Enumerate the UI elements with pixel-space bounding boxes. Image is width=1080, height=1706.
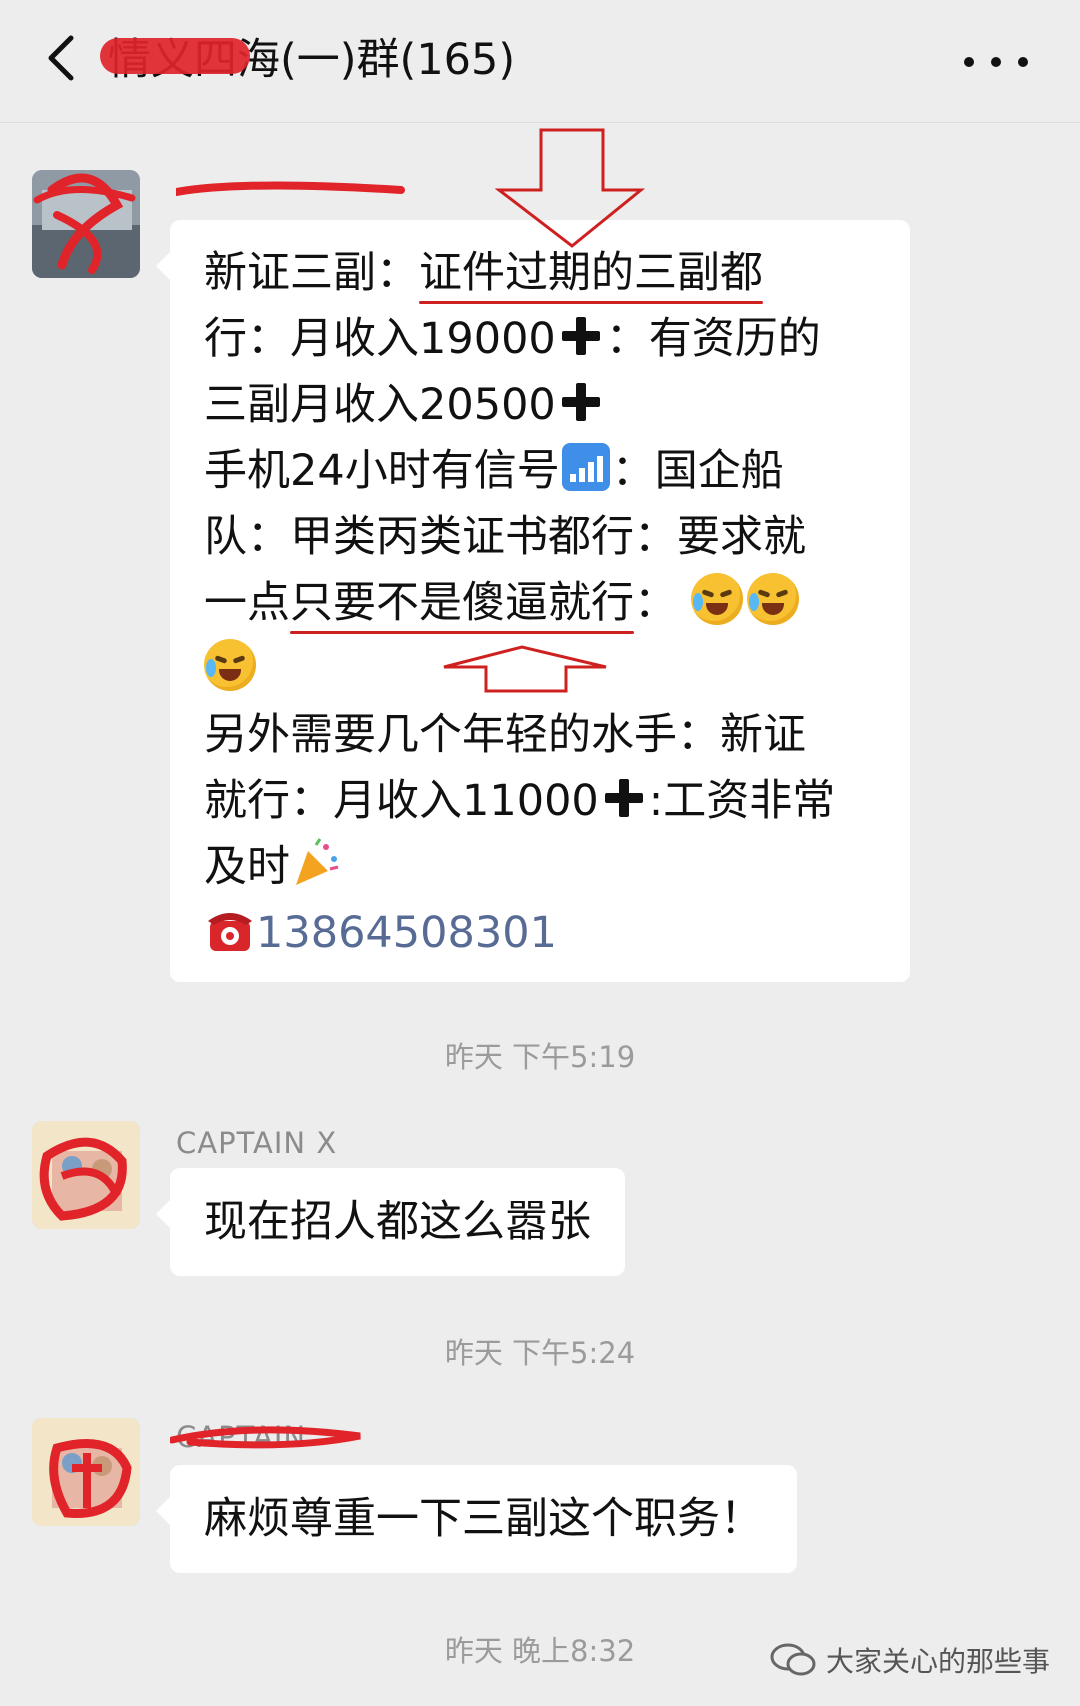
sender-name: CAPTAIN [176,1420,307,1454]
party-popper-icon [290,837,342,889]
telephone-icon [204,903,256,955]
chat-header: 情义四海(一)群(165) [0,0,1080,123]
message-text: 新证三副：证件过期的三副都 行：月收入19000 ：有资历的 三副月收入20500… [204,240,894,966]
back-button[interactable] [30,28,90,88]
message-bubble[interactable]: 新证三副：证件过期的三副都 行：月收入19000 ：有资历的 三副月收入20500… [156,220,910,982]
watermark: 大家关心的那些事 [770,1638,1050,1682]
sender-name: CAPTAIN X [176,1126,338,1160]
avatar[interactable] [32,1121,140,1229]
avatar[interactable] [32,1418,140,1526]
message-line: 13864508301 [204,900,894,966]
plus-icon [603,777,645,819]
message-line: 三副月收入20500 [204,372,894,438]
phone-number-link[interactable]: 13864508301 [256,908,557,958]
wechat-channel-icon [770,1642,816,1678]
plus-icon [560,315,602,357]
timestamp: 昨天 下午5:19 [444,1040,636,1074]
redaction-mark [100,38,250,74]
underlined-text: 只要不是傻逼就行 [290,570,634,636]
watermark-text: 大家关心的那些事 [825,1645,1050,1678]
message-text: 麻烦尊重一下三副这个职务！ [204,1494,763,1544]
message-text: 现在招人都这么嚣张 [204,1197,591,1247]
message-line: 及时 [204,834,894,900]
message-line [204,636,894,702]
facepalm-emoji-icon [746,573,799,625]
message-line: 就行：月收入11000:工资非常 [204,776,836,826]
message-line: 一点只要不是傻逼就行： [204,570,894,636]
sender-name-redacted [172,170,406,206]
timestamp: 昨天 下午5:24 [444,1336,636,1370]
more-dots-icon [964,57,974,67]
signal-bars-icon [561,443,610,491]
chevron-left-icon [48,35,74,81]
message-bubble[interactable]: 现在招人都这么嚣张 [156,1168,625,1276]
message-line: 队：甲类丙类证书都行：要求就 [204,512,806,562]
message-line: 手机24小时有信号 ：国企船 [204,438,894,504]
facepalm-emoji-icon [204,639,256,691]
message-line: 另外需要几个年轻的水手：新证 [204,710,806,760]
avatar[interactable] [32,170,140,278]
more-options-button[interactable] [964,42,1028,82]
message-line: 行：月收入19000 ：有资历的 [204,314,821,364]
message-bubble[interactable]: 麻烦尊重一下三副这个职务！ [156,1465,797,1573]
facepalm-emoji-icon [690,573,743,625]
plus-icon [560,381,602,423]
underlined-text: 证件过期的三副都 [419,240,763,306]
message-line: 新证三副：证件过期的三副都 [204,240,894,306]
